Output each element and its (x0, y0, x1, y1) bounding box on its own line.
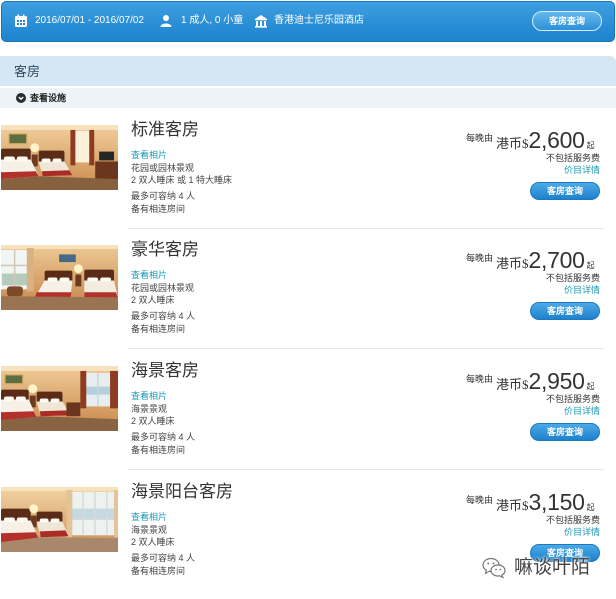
room-connecting: 备有相连房间 (131, 444, 186, 455)
room-row: 豪华客房 查看相片 花园或园林景观 2 双人睡床 最多可容纳 4 人 备有相连房… (0, 232, 616, 352)
guest-count: 1 成人, 0 小童 (181, 15, 244, 26)
room-beds: 2 双人睡床 (131, 295, 175, 305)
room-info: 查看相片 花园或园林景观 2 双人睡床 或 1 特大睡床 最多可容纳 4 人 备… (131, 149, 232, 215)
building-icon (254, 14, 268, 28)
room-row: 海景客房 查看相片 海景景观 2 双人睡床 最多可容纳 4 人 备有相连房间 每… (0, 353, 616, 473)
room-price: 港币$ 3,150 起 (496, 489, 595, 517)
room-name: 海景阳台客房 (131, 482, 233, 501)
room-name: 豪华客房 (131, 240, 199, 259)
service-charge-note: 不包括服务费 (545, 273, 600, 283)
view-photos-link[interactable]: 查看相片 (131, 149, 232, 162)
room-view: 花园或园林景观 (131, 162, 195, 173)
currency-label: 港币$ (496, 136, 529, 151)
room-connecting: 备有相连房间 (131, 565, 186, 576)
price-amount: 2,700 (528, 247, 585, 273)
room-info: 查看相片 海景景观 2 双人睡床 最多可容纳 4 人 备有相连房间 (131, 511, 195, 577)
price-details-link[interactable]: 价目详情 (564, 164, 600, 176)
price-from-label: 起 (586, 382, 595, 391)
room-connecting: 备有相连房间 (131, 203, 186, 214)
service-charge-note: 不包括服务费 (545, 394, 600, 404)
view-photos-link[interactable]: 查看相片 (131, 390, 195, 403)
room-capacity: 最多可容纳 4 人 (131, 553, 196, 563)
price-amount: 2,600 (528, 127, 585, 153)
watermark-text: 嘛谈叶陌 (514, 557, 591, 578)
price-amount: 2,950 (528, 368, 585, 394)
room-view: 海景景观 (131, 403, 168, 414)
room-price: 港币$ 2,700 起 (496, 247, 595, 275)
room-capacity: 最多可容纳 4 人 (131, 432, 196, 442)
room-photo[interactable] (1, 366, 118, 431)
view-facilities-toggle[interactable]: 查看设施 (0, 88, 616, 108)
room-search-button[interactable]: 客房查询 (530, 423, 600, 441)
section-title: 客房 (14, 64, 41, 79)
per-night-label: 每晚由 (466, 253, 494, 263)
price-from-label: 起 (586, 261, 595, 270)
hotel-name: 香港迪士尼乐园酒店 (274, 15, 364, 26)
price-details-link[interactable]: 价目详情 (564, 284, 600, 296)
row-divider (128, 469, 604, 470)
room-view: 花园或园林景观 (131, 282, 195, 293)
search-summary-bar: 2016/07/01 - 2016/07/02 1 成人, 0 小童 香港迪士尼… (1, 1, 615, 42)
room-info: 查看相片 花园或园林景观 2 双人睡床 最多可容纳 4 人 备有相连房间 (131, 269, 195, 335)
watermark: 嘛谈叶陌 (482, 555, 590, 581)
wechat-icon (482, 557, 506, 579)
room-photo[interactable] (1, 245, 118, 310)
calendar-icon (14, 14, 28, 28)
stay-dates: 2016/07/01 - 2016/07/02 (35, 15, 144, 26)
view-photos-link[interactable]: 查看相片 (131, 269, 195, 282)
room-info: 查看相片 海景景观 2 双人睡床 最多可容纳 4 人 备有相连房间 (131, 390, 195, 456)
per-night-label: 每晚由 (466, 374, 494, 384)
price-from-label: 起 (586, 141, 595, 150)
currency-label: 港币$ (496, 256, 529, 271)
room-beds: 2 双人睡床 (131, 537, 175, 547)
chevron-down-circle-icon (16, 93, 26, 103)
rooms-section-header: 客房 (0, 56, 616, 86)
row-divider (128, 228, 604, 229)
service-charge-note: 不包括服务费 (545, 153, 600, 163)
price-details-link[interactable]: 价目详情 (564, 526, 600, 538)
view-photos-link[interactable]: 查看相片 (131, 511, 195, 524)
room-photo[interactable] (1, 487, 118, 552)
price-amount: 3,150 (528, 489, 585, 515)
currency-label: 港币$ (496, 498, 529, 513)
person-icon (159, 14, 173, 28)
price-details-link[interactable]: 价目详情 (564, 405, 600, 417)
room-capacity: 最多可容纳 4 人 (131, 311, 196, 321)
room-beds: 2 双人睡床 (131, 416, 175, 426)
per-night-label: 每晚由 (466, 495, 494, 505)
room-beds: 2 双人睡床 或 1 特大睡床 (131, 175, 233, 185)
room-name: 海景客房 (131, 361, 199, 380)
price-from-label: 起 (586, 503, 595, 512)
view-facilities-label: 查看设施 (30, 93, 67, 103)
room-capacity: 最多可容纳 4 人 (131, 191, 196, 201)
room-search-button[interactable]: 客房查询 (530, 182, 600, 200)
service-charge-note: 不包括服务费 (545, 515, 600, 525)
room-price: 港币$ 2,600 起 (496, 127, 595, 155)
room-search-button[interactable]: 客房查询 (532, 11, 602, 31)
row-divider (128, 348, 604, 349)
room-price: 港币$ 2,950 起 (496, 368, 595, 396)
room-photo[interactable] (1, 125, 118, 190)
currency-label: 港币$ (496, 377, 529, 392)
room-row: 标准客房 查看相片 花园或园林景观 2 双人睡床 或 1 特大睡床 最多可容纳 … (0, 112, 616, 232)
room-connecting: 备有相连房间 (131, 323, 186, 334)
room-search-button[interactable]: 客房查询 (530, 302, 600, 320)
per-night-label: 每晚由 (466, 133, 494, 143)
room-name: 标准客房 (131, 120, 199, 139)
room-view: 海景景观 (131, 524, 168, 535)
